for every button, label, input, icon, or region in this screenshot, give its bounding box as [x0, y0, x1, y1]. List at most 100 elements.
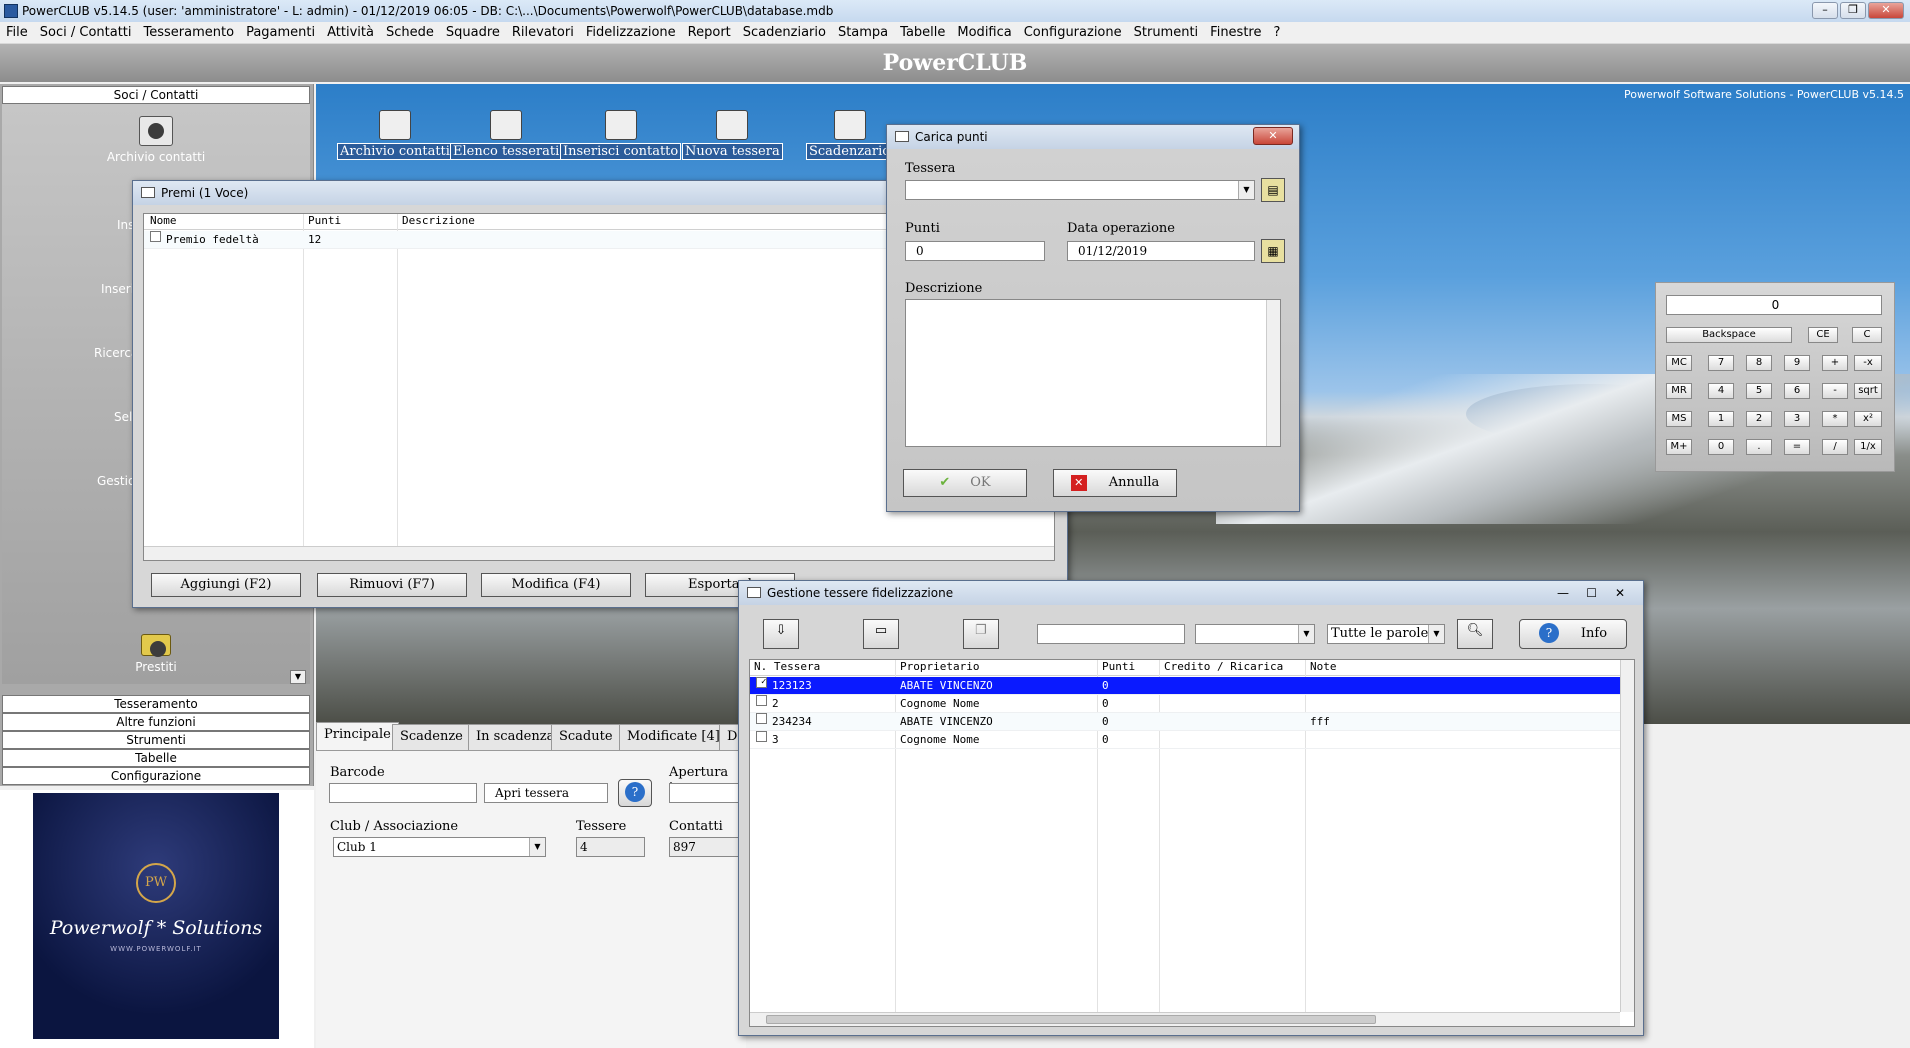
help-button[interactable]: ? [618, 779, 652, 807]
minimize-icon[interactable]: — [1557, 581, 1569, 605]
chevron-down-icon[interactable]: ▼ [1238, 181, 1254, 199]
menu-file[interactable]: File [0, 22, 34, 43]
apertura-input[interactable] [669, 783, 746, 803]
calendar-button[interactable]: ▦ [1261, 239, 1285, 263]
tab-modificate[interactable]: Modificate [4] [619, 724, 728, 750]
menu-squadre[interactable]: Squadre [440, 22, 506, 43]
sidebar-section-tabelle[interactable]: Tabelle [2, 749, 310, 767]
calc-key-c[interactable]: C [1852, 327, 1882, 343]
calc-key[interactable]: 8 [1746, 355, 1772, 371]
vertical-scrollbar[interactable] [1620, 660, 1634, 1012]
column-header-n-tessera[interactable]: N. Tessera [750, 660, 820, 673]
descrizione-textarea[interactable] [905, 299, 1281, 447]
calc-key[interactable]: 1 [1708, 411, 1734, 427]
table-row[interactable]: 3 Cognome Nome 0 [750, 731, 1620, 749]
apri-tessera-input[interactable]: Apri tessera [484, 783, 608, 803]
toolbar-archivio-contatti[interactable]: Archivio contatti [337, 110, 453, 160]
menu-help[interactable]: ? [1267, 22, 1286, 43]
close-button[interactable]: ✕ [1868, 2, 1904, 19]
menu-pagamenti[interactable]: Pagamenti [240, 22, 321, 43]
calc-key[interactable]: x² [1854, 411, 1882, 427]
close-icon[interactable]: ✕ [1253, 127, 1293, 145]
calc-key[interactable]: -x [1854, 355, 1882, 371]
sidebar-item-partial[interactable]: Inseri [101, 282, 134, 296]
menu-configurazione[interactable]: Configurazione [1018, 22, 1128, 43]
table-row[interactable]: ✓ 123123 ABATE VINCENZO 0 [750, 677, 1620, 695]
sidebar-scroll-down[interactable]: ▼ [290, 670, 306, 684]
toolbar-elenco-tesserati[interactable]: Elenco tesserati [450, 110, 563, 160]
menu-stampa[interactable]: Stampa [832, 22, 894, 43]
tab-principale[interactable]: Principale [316, 722, 399, 750]
row-checkbox[interactable] [150, 231, 161, 242]
gestione-tessere-titlebar[interactable]: Gestione tessere fidelizzazione — ☐ ✕ [739, 581, 1643, 605]
row-checkbox[interactable] [756, 731, 767, 742]
column-header-punti[interactable]: Punti [304, 214, 341, 227]
menu-tabelle[interactable]: Tabelle [894, 22, 951, 43]
menu-scadenziario[interactable]: Scadenziario [737, 22, 832, 43]
data-operazione-input[interactable]: 01/12/2019 [1067, 241, 1255, 261]
annulla-button[interactable]: ✕ Annulla [1053, 469, 1177, 497]
calc-key[interactable]: 5 [1746, 383, 1772, 399]
copy-button[interactable]: ❐ [963, 619, 999, 649]
column-header-punti[interactable]: Punti [1098, 660, 1135, 673]
menu-modifica[interactable]: Modifica [951, 22, 1017, 43]
calc-key[interactable]: 0 [1708, 439, 1734, 455]
menu-fidelizzazione[interactable]: Fidelizzazione [580, 22, 682, 43]
calc-key[interactable]: / [1822, 439, 1848, 455]
row-checkbox[interactable] [756, 695, 767, 706]
calc-key[interactable]: + [1822, 355, 1848, 371]
punti-input[interactable]: 0 [905, 241, 1045, 261]
column-header-proprietario[interactable]: Proprietario [896, 660, 979, 673]
calc-key[interactable]: MS [1666, 411, 1692, 427]
column-header-note[interactable]: Note [1306, 660, 1337, 673]
sidebar-section-strumenti[interactable]: Strumenti [2, 731, 310, 749]
tab-scadute[interactable]: Scadute [551, 724, 621, 750]
menu-finestre[interactable]: Finestre [1204, 22, 1267, 43]
sidebar-item-archivio[interactable]: Archivio contatti [2, 116, 310, 164]
calc-key[interactable]: sqrt [1854, 383, 1882, 399]
aggiungi-button[interactable]: Aggiungi (F2) [151, 573, 301, 597]
modifica-button[interactable]: Modifica (F4) [481, 573, 631, 597]
calc-key[interactable]: M+ [1666, 439, 1692, 455]
horizontal-scrollbar[interactable] [750, 1012, 1620, 1026]
column-header-nome[interactable]: Nome [146, 214, 177, 227]
sidebar-section-altre-funzioni[interactable]: Altre funzioni [2, 713, 310, 731]
row-checkbox[interactable]: ✓ [756, 677, 767, 688]
minimize-button[interactable]: – [1812, 2, 1838, 19]
vertical-scrollbar[interactable] [1266, 300, 1280, 446]
menu-strumenti[interactable]: Strumenti [1128, 22, 1205, 43]
sidebar-section-soci[interactable]: Soci / Contatti [2, 86, 310, 104]
carica-punti-titlebar[interactable]: Carica punti ✕ [887, 125, 1299, 149]
rimuovi-button[interactable]: Rimuovi (F7) [317, 573, 467, 597]
column-header-descrizione[interactable]: Descrizione [398, 214, 475, 227]
export-button[interactable]: ▭ [863, 619, 899, 649]
menu-tesseramento[interactable]: Tesseramento [138, 22, 241, 43]
menu-rilevatori[interactable]: Rilevatori [506, 22, 580, 43]
chevron-down-icon[interactable]: ▼ [1298, 625, 1314, 643]
calc-key[interactable]: * [1822, 411, 1848, 427]
sidebar-item-prestiti[interactable]: Prestiti [2, 634, 310, 674]
ok-button[interactable]: ✔ OK [903, 469, 1027, 497]
calc-key[interactable]: - [1822, 383, 1848, 399]
menu-soci-contatti[interactable]: Soci / Contatti [34, 22, 138, 43]
calc-key[interactable]: 2 [1746, 411, 1772, 427]
calc-key[interactable]: 4 [1708, 383, 1734, 399]
calc-key-backspace[interactable]: Backspace [1666, 327, 1792, 343]
chevron-down-icon[interactable]: ▼ [529, 838, 545, 856]
calc-key-ce[interactable]: CE [1808, 327, 1838, 343]
barcode-input[interactable] [329, 783, 477, 803]
tab-in-scadenza[interactable]: In scadenza [468, 724, 563, 750]
tessera-select[interactable]: ▼ [905, 180, 1255, 200]
tab-scadenze[interactable]: Scadenze [392, 724, 471, 750]
calc-key[interactable]: 1/x [1854, 439, 1882, 455]
calc-key[interactable]: MR [1666, 383, 1692, 399]
tessera-lookup-button[interactable]: ▤ [1261, 178, 1285, 202]
calc-key[interactable]: . [1746, 439, 1772, 455]
close-icon[interactable]: ✕ [1615, 581, 1625, 605]
horizontal-scrollbar[interactable] [144, 546, 1054, 560]
info-button[interactable]: ? Info [1519, 619, 1627, 649]
menu-report[interactable]: Report [682, 22, 737, 43]
toolbar-nuova-tessera[interactable]: Nuova tessera [682, 110, 783, 160]
table-row[interactable]: 2 Cognome Nome 0 [750, 695, 1620, 713]
menu-schede[interactable]: Schede [380, 22, 440, 43]
